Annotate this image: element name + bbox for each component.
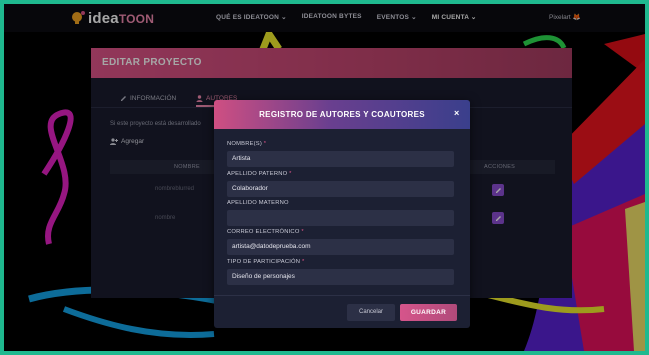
field-label-correo: CORREO ELECTRÓNICO *: [227, 229, 304, 235]
field-label-apellido-materno: APELLIDO MATERNO: [227, 200, 289, 206]
field-label-participacion: TIPO DE PARTICIPACIÓN *: [227, 259, 305, 265]
modal-header: REGISTRO DE AUTORES Y COAUTORES ×: [214, 100, 470, 129]
participation-select[interactable]: Diseño de personajes: [227, 269, 454, 285]
field-label-apellido-paterno: APELLIDO PATERNO *: [227, 171, 292, 177]
field-label-nombre: NOMBRE(S) *: [227, 141, 267, 147]
apellido-materno-field[interactable]: [227, 210, 454, 226]
cancel-button[interactable]: Cancelar: [347, 304, 395, 321]
browser-viewport: ideaTOON QUÉ ES IDEATOON ⌄ IDEATOON BYTE…: [4, 4, 645, 351]
modal-title: REGISTRO DE AUTORES Y COAUTORES: [259, 110, 425, 119]
email-field[interactable]: [227, 239, 454, 255]
modal-divider: [214, 295, 470, 296]
save-button[interactable]: GUARDAR: [400, 304, 457, 321]
nombre-field[interactable]: [227, 151, 454, 167]
close-icon[interactable]: ×: [454, 108, 459, 118]
apellido-paterno-field[interactable]: [227, 181, 454, 197]
authors-modal: REGISTRO DE AUTORES Y COAUTORES × NOMBRE…: [214, 100, 470, 328]
